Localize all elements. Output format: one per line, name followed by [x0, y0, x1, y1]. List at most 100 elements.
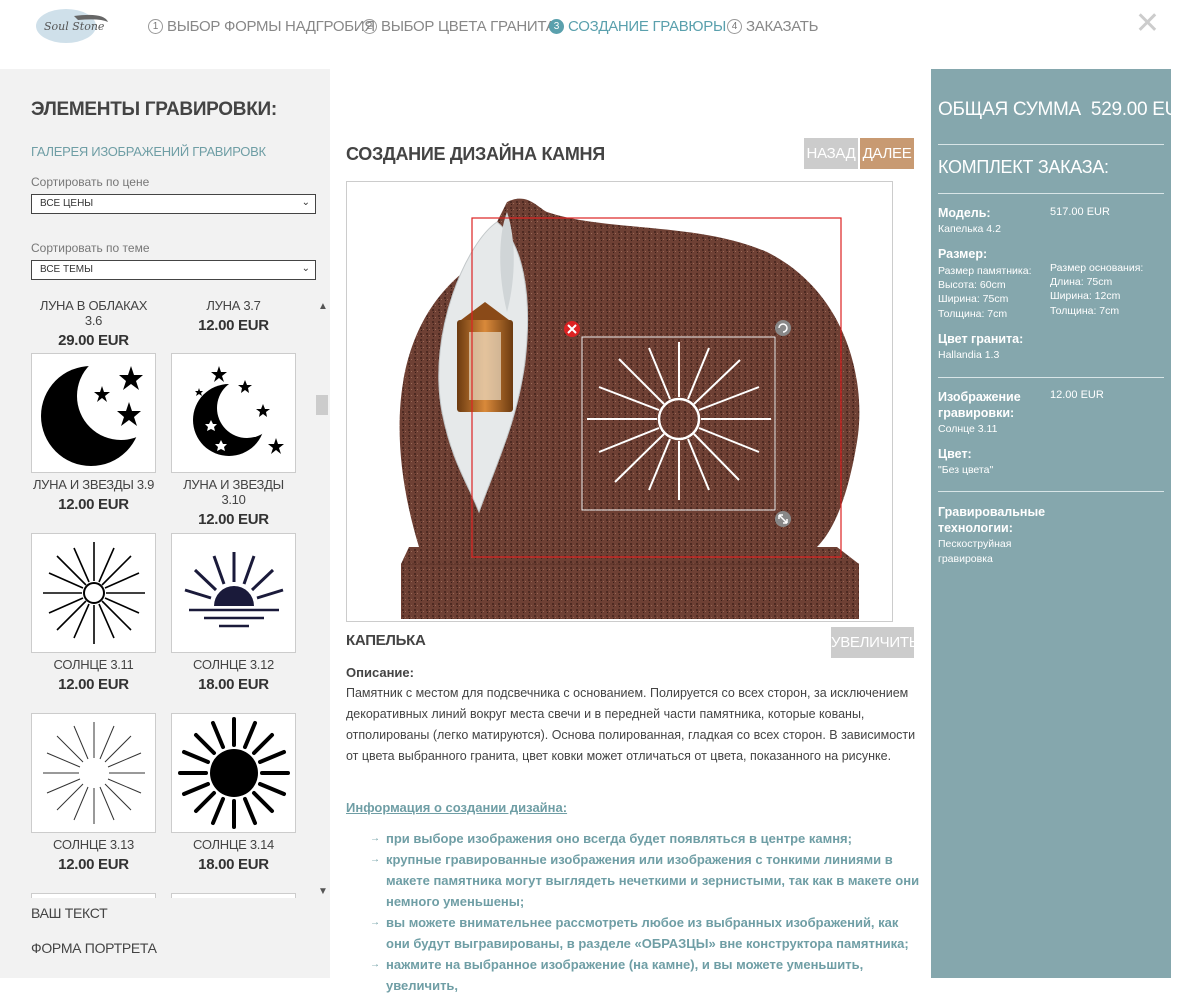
model-price: 517.00 EUR	[1050, 206, 1110, 218]
granite-value: Hallandia 1.3	[938, 349, 1000, 361]
step-label: ЗАКАЗАТЬ	[746, 18, 819, 35]
monument-width: Ширина: 75cm	[938, 293, 1009, 305]
engraving-gallery: ЛУНА В ОБЛАКАХ 3.6 29.00 EUR ЛУНА 3.7 12…	[0, 298, 330, 898]
design-area: СОЗДАНИЕ ДИЗАЙНА КАМНЯ НАЗАД ДАЛЕЕ КАПЕЛ…	[330, 69, 930, 993]
base-thickness: Толщина: 7cm	[1050, 305, 1120, 317]
back-button[interactable]: НАЗАД	[804, 138, 858, 169]
model-value: Капелька 4.2	[938, 223, 1001, 235]
divider	[938, 491, 1164, 492]
resize-icon	[775, 511, 791, 527]
engraving-label: Изображение гравировки:	[938, 390, 1021, 420]
rotate-icon	[775, 320, 791, 336]
gallery-item-partial[interactable]	[171, 893, 296, 898]
gallery-item[interactable]: ЛУНА 3.7 12.00 EUR	[171, 298, 296, 334]
close-icon[interactable]: ✕	[1135, 6, 1160, 41]
chevron-down-icon[interactable]: ▼	[318, 886, 328, 897]
base-size-label: Размер основания:	[1050, 262, 1144, 274]
gallery-item[interactable]: СОЛНЦЕ 3.13 12.00 EUR	[31, 713, 156, 873]
list-item: при выборе изображения оно всегда будет …	[370, 828, 920, 849]
gallery-item-price: 12.00 EUR	[58, 676, 129, 693]
gallery-item-price: 12.00 EUR	[58, 496, 129, 513]
base-length: Длина: 75cm	[1050, 276, 1113, 288]
kit-title: КОМПЛЕКТ ЗАКАЗА:	[938, 157, 1109, 177]
price-select[interactable]: ВСЕ ЦЕНЫ ⌄	[31, 194, 316, 214]
divider	[938, 377, 1164, 378]
gallery-scrollbar[interactable]: ▲ ▼	[315, 299, 330, 899]
gallery-item[interactable]: СОЛНЦЕ 3.14 18.00 EUR	[171, 713, 296, 873]
your-text-link[interactable]: ВАШ ТЕКСТ	[31, 905, 108, 921]
step-label: ВЫБОР ЦВЕТА ГРАНИТА	[381, 18, 556, 35]
granite-label: Цвет гранита:	[938, 332, 1024, 346]
gallery-item[interactable]: ЛУНА В ОБЛАКАХ 3.6 29.00 EUR	[31, 298, 156, 349]
design-info-list: при выборе изображения оно всегда будет …	[370, 828, 920, 996]
scroll-thumb[interactable]	[316, 395, 328, 415]
moon-stars-image	[31, 353, 156, 473]
gallery-item-name: ЛУНА В ОБЛАКАХ 3.6	[39, 298, 148, 328]
gallery-item[interactable]: ЛУНА И ЗВЕЗДЫ 3.10 12.00 EUR	[171, 353, 296, 528]
theme-select[interactable]: ВСЕ ТЕМЫ ⌄	[31, 260, 316, 280]
engraving-price: 12.00 EUR	[1050, 389, 1104, 401]
step-order[interactable]: 4 ЗАКАЗАТЬ	[727, 18, 818, 35]
divider	[938, 193, 1164, 194]
list-item: нажмите на выбранное изображение (на кам…	[370, 954, 920, 996]
gallery-item[interactable]: ЛУНА И ЗВЕЗДЫ 3.9 12.00 EUR	[31, 353, 156, 513]
sort-price-label: Сортировать по цене	[31, 175, 150, 189]
gallery-item[interactable]: СОЛНЦЕ 3.11 12.00 EUR	[31, 533, 156, 693]
design-info-link[interactable]: Информация о создании дизайна:	[346, 800, 567, 815]
page-title: СОЗДАНИЕ ДИЗАЙНА КАМНЯ	[346, 144, 605, 164]
base-width: Ширина: 12cm	[1050, 290, 1121, 302]
monument-preview	[399, 198, 860, 619]
gallery-item-price: 12.00 EUR	[198, 511, 269, 528]
zoom-button[interactable]: УВЕЛИЧИТЬ	[831, 627, 919, 658]
step-label: ВЫБОР ФОРМЫ НАДГРОБИЯ	[167, 18, 375, 35]
gallery-item-name: ЛУНА 3.7	[206, 298, 261, 313]
next-button[interactable]: ДАЛЕЕ	[860, 138, 914, 169]
sun-image	[31, 533, 156, 653]
order-summary-panel: ОБЩАЯ СУММА 529.00 EUR КОМПЛЕКТ ЗАКАЗА: М…	[931, 69, 1192, 978]
divider	[938, 144, 1164, 145]
monument-canvas[interactable]	[346, 181, 893, 622]
black-sun-image	[171, 713, 296, 833]
gallery-link[interactable]: ГАЛЕРЕЯ ИЗОБРАЖЕНИЙ ГРАВИРОВК	[31, 144, 266, 159]
model-label: Модель:	[938, 206, 991, 220]
total-value: 529.00 EUR	[1090, 99, 1192, 120]
gallery-item-partial[interactable]	[31, 893, 156, 898]
logo[interactable]: Soul Stone	[34, 4, 110, 44]
list-item: вы можете внимательнее рассмотреть любое…	[370, 912, 920, 954]
step-shape[interactable]: 1 ВЫБОР ФОРМЫ НАДГРОБИЯ	[148, 18, 375, 35]
chevron-up-icon[interactable]: ▲	[318, 301, 328, 312]
portrait-shape-link[interactable]: ФОРМА ПОРТРЕТА	[31, 940, 157, 956]
monument-height: Высота: 60cm	[938, 279, 1006, 291]
gallery-item[interactable]: СОЛНЦЕ 3.12 18.00 EUR	[171, 533, 296, 693]
gallery-item-price: 12.00 EUR	[198, 317, 269, 334]
chevron-down-icon: ⌄	[301, 197, 310, 208]
engraving-elements-panel: ЭЛЕМЕНТЫ ГРАВИРОВКИ: ГАЛЕРЕЯ ИЗОБРАЖЕНИЙ…	[0, 69, 330, 978]
sort-theme-label: Сортировать по теме	[31, 241, 150, 255]
gallery-item-price: 18.00 EUR	[198, 676, 269, 693]
total-label: ОБЩАЯ СУММА	[938, 99, 1081, 120]
step-number: 2	[362, 19, 377, 34]
gallery-item-name: СОЛНЦЕ 3.13	[53, 837, 134, 852]
size-label: Размер:	[938, 247, 988, 261]
tech-value: Пескоструйная гравировка	[938, 538, 1012, 565]
total-sum: ОБЩАЯ СУММА 529.00 EUR	[938, 99, 1192, 121]
sun-rays-image	[31, 713, 156, 833]
description-text: Памятник с местом для подсвечника с осно…	[346, 686, 916, 763]
step-number: 4	[727, 19, 742, 34]
gallery-item-name: СОЛНЦЕ 3.12	[193, 657, 274, 672]
gallery-item-price: 29.00 EUR	[58, 332, 129, 349]
gallery-item-price: 18.00 EUR	[198, 856, 269, 873]
gallery-item-name: СОЛНЦЕ 3.11	[53, 657, 134, 672]
product-name: КАПЕЛЬКА	[346, 632, 426, 649]
price-select-value: ВСЕ ЦЕНЫ	[40, 198, 94, 209]
gallery-item-name: ЛУНА И ЗВЕЗДЫ 3.9	[32, 477, 155, 492]
step-label: СОЗДАНИЕ ГРАВЮРЫ	[568, 18, 726, 35]
step-engraving[interactable]: 3 СОЗДАНИЕ ГРАВЮРЫ	[549, 18, 726, 35]
moon-stars-image	[171, 353, 296, 473]
panel-title: ЭЛЕМЕНТЫ ГРАВИРОВКИ:	[31, 99, 277, 120]
theme-select-value: ВСЕ ТЕМЫ	[40, 264, 93, 275]
monument-size-label: Размер памятника:	[938, 265, 1032, 277]
svg-text:Soul Stone: Soul Stone	[44, 20, 105, 33]
step-color[interactable]: 2 ВЫБОР ЦВЕТА ГРАНИТА	[362, 18, 556, 35]
delete-icon	[564, 321, 580, 337]
